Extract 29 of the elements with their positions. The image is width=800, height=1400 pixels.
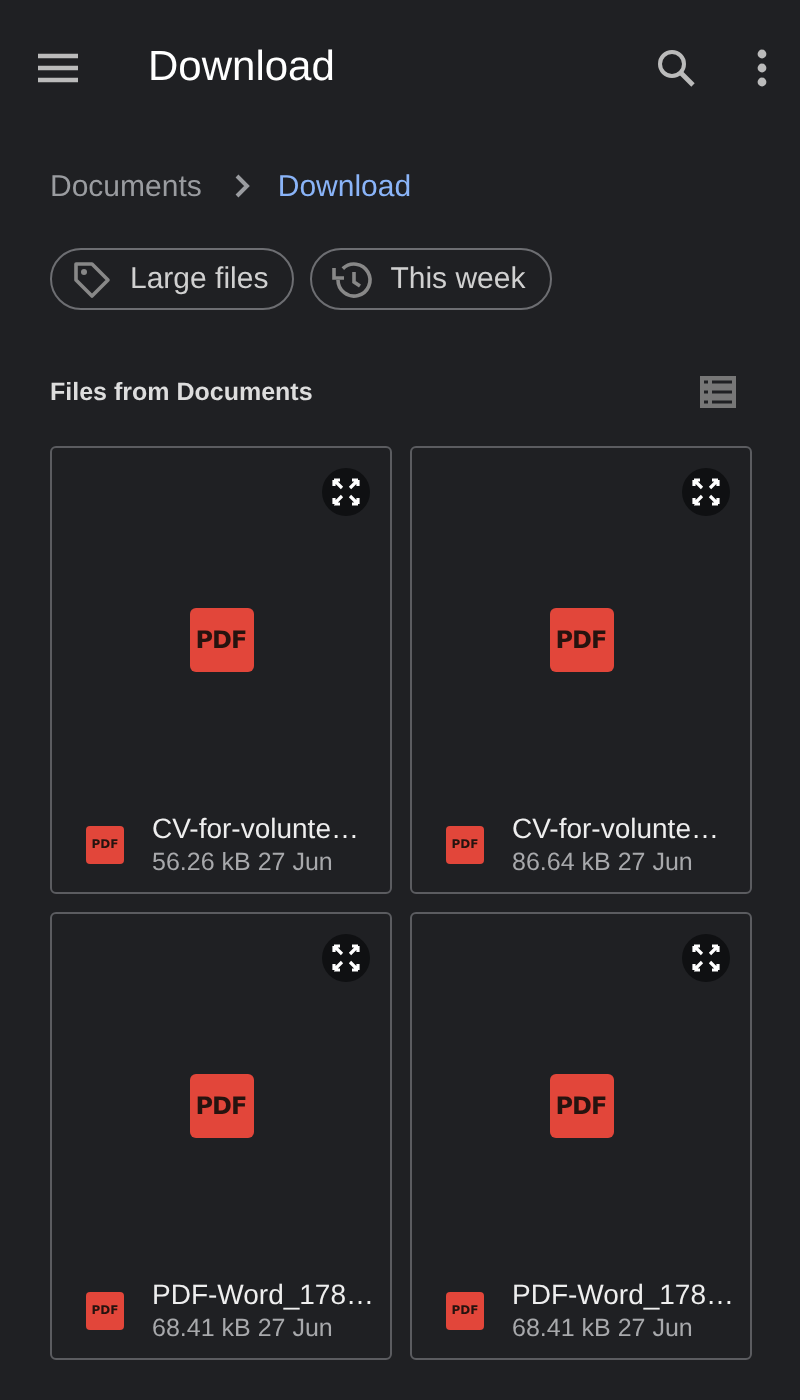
- expand-icon[interactable]: [682, 468, 730, 516]
- file-name: CV-for-volunte…: [152, 812, 359, 844]
- list-view-icon[interactable]: [700, 376, 736, 408]
- file-details: 68.41 kB 27 Jun: [512, 1314, 695, 1342]
- pdf-thumbnail-icon: PDF: [189, 608, 253, 672]
- filter-chip[interactable]: Large files: [50, 248, 295, 310]
- menu-icon[interactable]: [36, 52, 80, 84]
- file-name: CV-for-volunte…: [512, 812, 719, 844]
- tag-icon: [70, 257, 114, 301]
- file-name: PDF-Word_178…: [152, 1278, 375, 1310]
- more-options-icon[interactable]: [756, 48, 768, 88]
- file-details: 86.64 kB 27 Jun: [512, 848, 695, 876]
- history-icon: [330, 257, 375, 301]
- file-name: PDF-Word_178…: [512, 1278, 735, 1310]
- app-title: Download: [148, 44, 337, 92]
- expand-icon[interactable]: [322, 468, 370, 516]
- section-title: Files from Documents: [50, 378, 313, 406]
- file-details: 56.26 kB 27 Jun: [152, 848, 335, 876]
- expand-icon[interactable]: [682, 934, 730, 982]
- expand-icon[interactable]: [322, 934, 370, 982]
- pdf-thumbnail-icon: PDF: [189, 1074, 253, 1138]
- filter-chip[interactable]: This week: [310, 248, 552, 310]
- file-details: 68.41 kB 27 Jun: [152, 1314, 335, 1342]
- breadcrumb-item[interactable]: Documents: [50, 169, 202, 203]
- search-icon[interactable]: [656, 48, 696, 88]
- breadcrumb-item[interactable]: Download: [277, 169, 412, 203]
- chevron-icon: [233, 174, 250, 198]
- pdf-thumbnail-icon: PDF: [549, 1074, 613, 1138]
- pdf-thumbnail-icon: PDF: [549, 608, 613, 672]
